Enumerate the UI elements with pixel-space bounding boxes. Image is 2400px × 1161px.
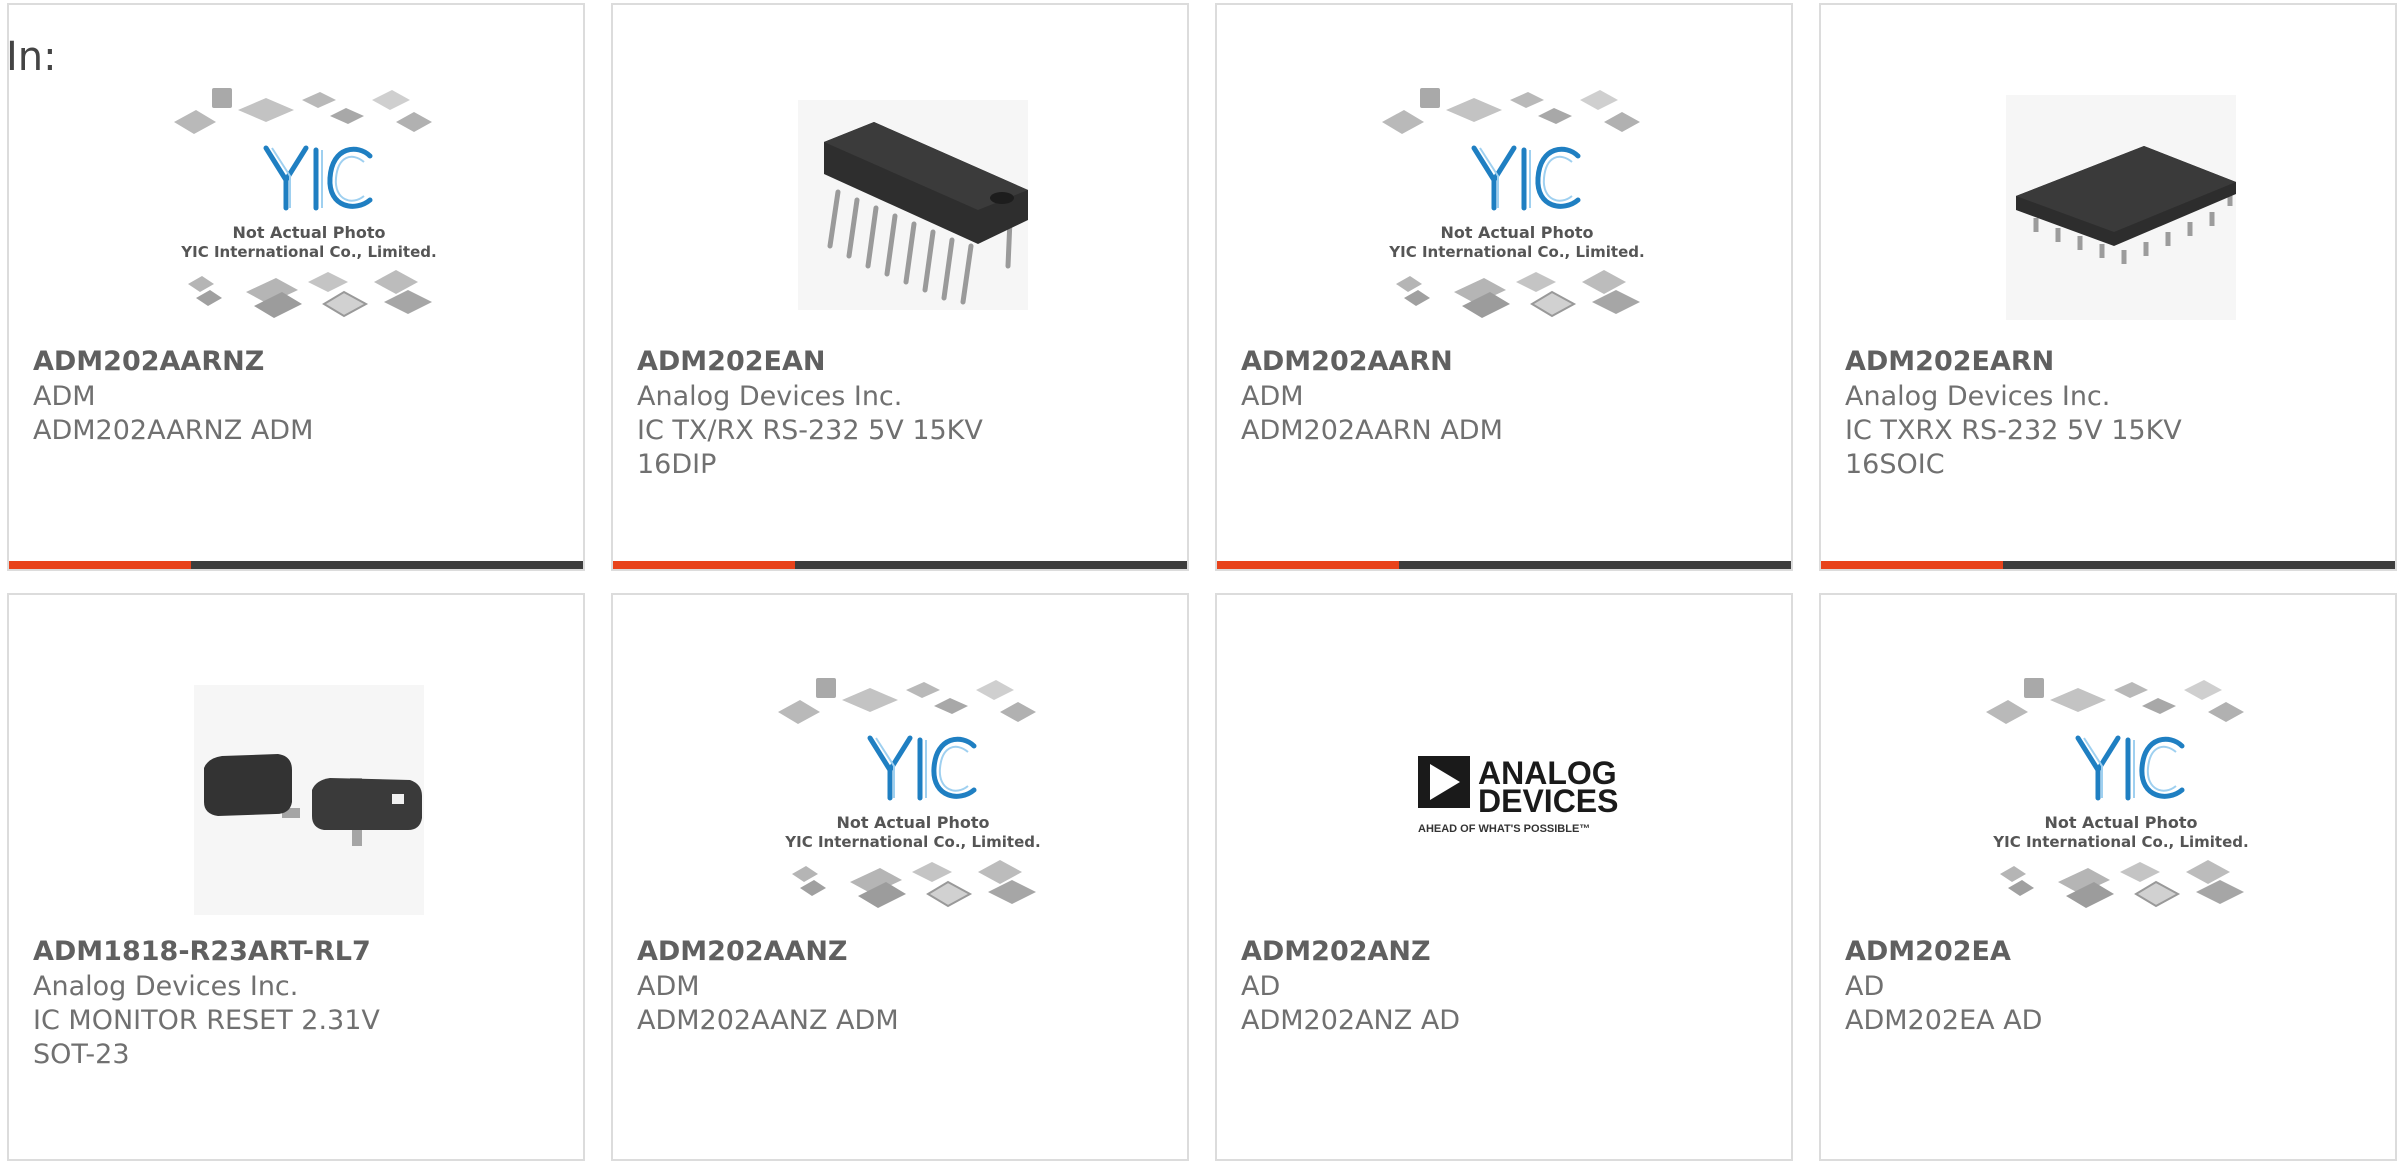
description-label: ADM202ANZ AD: [1241, 1005, 1461, 1036]
product-card[interactable]: Not Actual Photo YIC International Co., …: [1819, 593, 2397, 1161]
description-label: ADM202EA AD: [1845, 1005, 2043, 1036]
part-number-link[interactable]: ADM202EAN: [637, 345, 825, 379]
description-label: ADM202AARNZ ADM: [33, 415, 314, 446]
card-bottom-bar: [1217, 561, 1791, 569]
svg-text:YIC International Co., Limited: YIC International Co., Limited.: [784, 833, 1040, 851]
product-image[interactable]: Not Actual Photo YIC International Co., …: [1986, 660, 2256, 930]
product-card[interactable]: ADM202EARN Analog Devices Inc. IC TXRX RS-…: [1819, 3, 2397, 571]
svg-text:DEVICES: DEVICES: [1478, 783, 1618, 819]
description-label: IC TXRX RS-232 5V 15KV 16SOIC: [1845, 415, 2182, 480]
svg-text:Not Actual Photo: Not Actual Photo: [1440, 223, 1593, 242]
dip16-chip-icon: [798, 100, 1028, 310]
product-image[interactable]: Not Actual Photo YIC International Co., …: [1382, 70, 1652, 340]
product-card[interactable]: ADM202EAN Analog Devices Inc. IC TX/RX RS-…: [611, 3, 1189, 571]
manufacturer-label: AD: [1241, 971, 1281, 1002]
part-number-link[interactable]: ADM202EARN: [1845, 345, 2054, 379]
svg-text:AHEAD OF WHAT'S POSSIBLE™: AHEAD OF WHAT'S POSSIBLE™: [1418, 823, 1590, 835]
part-number-link[interactable]: ADM1818-R23ART-RL7: [33, 935, 371, 969]
card-accent-bar: [9, 561, 191, 569]
card-accent-bar: [1217, 561, 1399, 569]
card-accent-bar: [1821, 561, 2003, 569]
svg-text:YIC International Co., Limited: YIC International Co., Limited.: [180, 243, 436, 261]
manufacturer-label: AD: [1845, 971, 1885, 1002]
product-grid: Not Actual Photo YIC International Co., …: [0, 0, 2400, 1161]
description-label: ADM202AARN ADM: [1241, 415, 1503, 446]
yic-placeholder-icon: Not Actual Photo YIC International Co., …: [1382, 88, 1645, 318]
product-image[interactable]: [778, 70, 1048, 340]
part-number-link[interactable]: ADM202EA: [1845, 935, 2011, 969]
card-bottom-bar: [613, 561, 1187, 569]
manufacturer-label: ADM: [33, 381, 96, 412]
svg-text:YIC International Co., Limited: YIC International Co., Limited.: [1388, 243, 1644, 261]
description-label: IC MONITOR RESET 2.31V SOT-23: [33, 1005, 380, 1070]
yic-placeholder-icon: Not Actual Photo YIC International Co., …: [1986, 678, 2249, 908]
product-image[interactable]: [1986, 70, 2256, 340]
svg-text:YIC International Co., Limited: YIC International Co., Limited.: [1992, 833, 2248, 851]
product-image[interactable]: Not Actual Photo YIC International Co., …: [174, 70, 444, 340]
product-image[interactable]: ANALOG DEVICES AHEAD OF WHAT'S POSSIBLE™: [1382, 660, 1652, 930]
yic-placeholder-icon: Not Actual Photo YIC International Co., …: [778, 678, 1041, 908]
product-card[interactable]: ADM1818-R23ART-RL7 Analog Devices Inc. IC …: [7, 593, 585, 1161]
product-image[interactable]: [174, 660, 444, 930]
product-card[interactable]: Not Actual Photo YIC International Co., …: [611, 593, 1189, 1161]
part-number-link[interactable]: ADM202AARNZ: [33, 345, 264, 379]
sot23-chip-icon: [194, 685, 424, 915]
svg-text:Not Actual Photo: Not Actual Photo: [836, 813, 989, 832]
description-label: IC TX/RX RS-232 5V 15KV 16DIP: [637, 415, 983, 480]
manufacturer-label: ADM: [637, 971, 700, 1002]
filter-label: In:: [6, 34, 57, 80]
card-accent-bar: [613, 561, 795, 569]
product-card[interactable]: ANALOG DEVICES AHEAD OF WHAT'S POSSIBLE™…: [1215, 593, 1793, 1161]
product-card[interactable]: Not Actual Photo YIC International Co., …: [1215, 3, 1793, 571]
part-number-link[interactable]: ADM202AANZ: [637, 935, 848, 969]
description-label: ADM202AANZ ADM: [637, 1005, 899, 1036]
soic16-chip-icon: [2006, 95, 2236, 320]
card-bottom-bar: [1821, 561, 2395, 569]
svg-text:Not Actual Photo: Not Actual Photo: [2044, 813, 2197, 832]
manufacturer-label: Analog Devices Inc.: [637, 381, 903, 412]
product-image[interactable]: Not Actual Photo YIC International Co., …: [778, 660, 1048, 930]
analog-devices-logo: ANALOG DEVICES AHEAD OF WHAT'S POSSIBLE™: [1418, 755, 1618, 835]
svg-text:Not Actual Photo: Not Actual Photo: [232, 223, 385, 242]
card-bottom-bar: [9, 561, 583, 569]
yic-placeholder-icon: Not Actual Photo YIC International Co., …: [174, 88, 437, 318]
manufacturer-label: Analog Devices Inc.: [33, 971, 299, 1002]
part-number-link[interactable]: ADM202ANZ: [1241, 935, 1431, 969]
part-number-link[interactable]: ADM202AARN: [1241, 345, 1453, 379]
manufacturer-label: ADM: [1241, 381, 1304, 412]
product-card[interactable]: Not Actual Photo YIC International Co., …: [7, 3, 585, 571]
manufacturer-label: Analog Devices Inc.: [1845, 381, 2111, 412]
